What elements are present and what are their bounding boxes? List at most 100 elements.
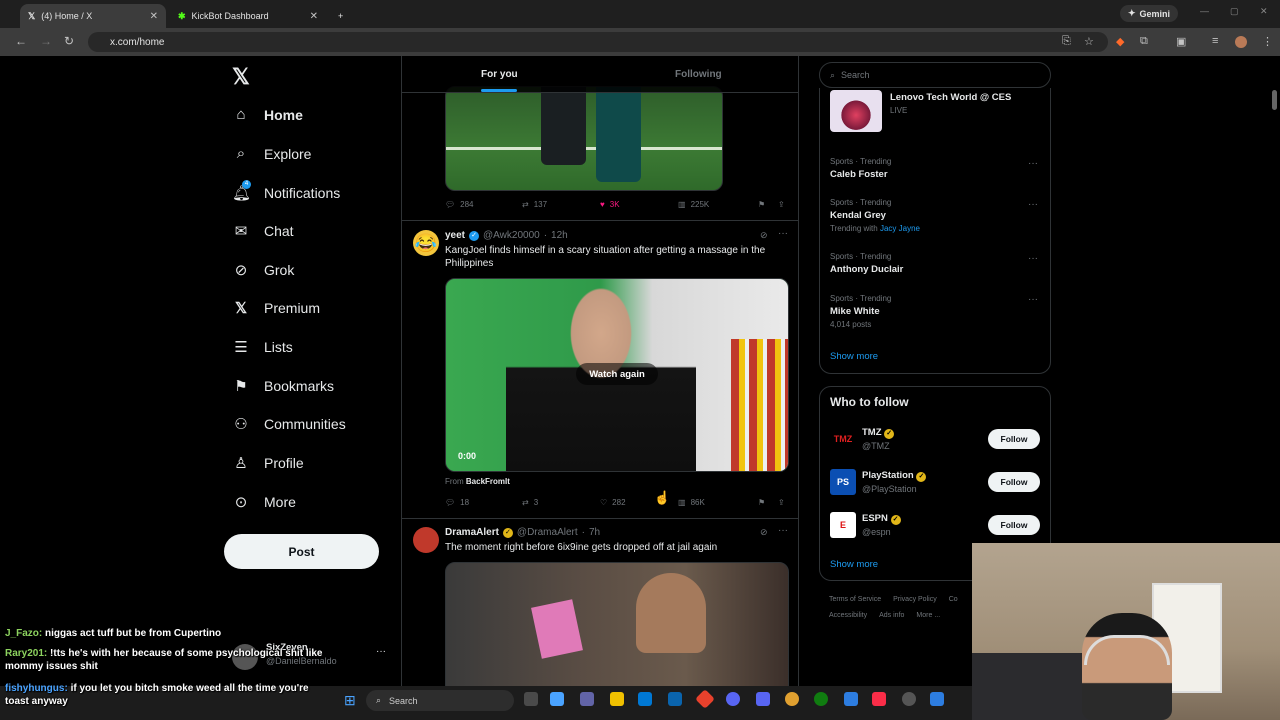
star-icon[interactable]: ☆ (1084, 35, 1094, 48)
trend-more-icon[interactable]: ··· (1028, 294, 1038, 305)
post-author-name[interactable]: DramaAlert (445, 527, 499, 538)
windows-start-icon[interactable]: ⊞ (344, 692, 356, 709)
chrome-icon[interactable] (785, 692, 799, 706)
from-account-link[interactable]: BackFromIt (466, 477, 510, 486)
share-action[interactable]: ⇪ (778, 200, 785, 209)
footer-link[interactable]: Ads info (879, 612, 904, 619)
grok-analyze-icon[interactable]: ⊘ (760, 230, 768, 241)
app-icon[interactable] (756, 692, 770, 706)
tab-x-home[interactable]: 𝕏 (4) Home / X ✕ (20, 4, 166, 28)
sidebar-item-home[interactable]: ⌂ Home (232, 106, 302, 123)
trend-sub-link[interactable]: Jacy Jayne (880, 224, 920, 233)
follow-button[interactable]: Follow (988, 472, 1040, 492)
share-action[interactable]: ⇪ (778, 498, 785, 507)
trend-item[interactable]: Sports · Trending Anthony Duclair (830, 252, 903, 275)
profile-avatar[interactable] (1235, 36, 1247, 48)
settings-icon[interactable] (902, 692, 916, 706)
bookmark-action[interactable]: ⚑ (758, 498, 765, 507)
post-more-icon[interactable]: ··· (778, 228, 788, 239)
music-icon[interactable] (872, 692, 886, 706)
sidebar-item-premium[interactable]: 𝕏 Premium (232, 299, 320, 317)
new-tab-button[interactable]: + (330, 4, 350, 28)
app-blue-icon[interactable] (844, 692, 858, 706)
follow-suggestion-espn[interactable]: E ESPN ✓ @espn (830, 512, 901, 538)
install-icon[interactable]: ⎘ (1062, 35, 1071, 48)
post-button[interactable]: Post (224, 534, 379, 569)
media-icon[interactable]: ≡ (1212, 35, 1218, 47)
close-window-icon[interactable]: ✕ (1260, 6, 1268, 17)
store-icon[interactable] (638, 692, 652, 706)
footer-link[interactable]: Accessibility (829, 612, 867, 619)
post-author-name[interactable]: yeet (445, 230, 465, 241)
footer-link[interactable]: More ... (916, 612, 940, 619)
copilot-icon[interactable] (550, 692, 564, 706)
extensions-icon[interactable]: ⧉ (1140, 35, 1148, 48)
sidebar-item-lists[interactable]: ☰ Lists (232, 338, 293, 356)
repost-action[interactable]: ⇄ 3 (522, 498, 538, 507)
teams-icon[interactable] (580, 692, 594, 706)
timeline[interactable]: 💬︎ 284 ⇄ 137 ♥ 3K ▥ 225K ⚑ ⇪ 😂 yeet ✓ @Awk20… (401, 56, 799, 686)
sidebar-item-grok[interactable]: ⊘ Grok (232, 261, 295, 279)
sidebar-item-more[interactable]: ⊙ More (232, 493, 296, 511)
like-action[interactable]: ♡ 282 (600, 498, 626, 507)
close-tab-icon[interactable]: ✕ (150, 11, 158, 22)
account-more-icon[interactable]: ··· (376, 646, 386, 657)
file-explorer-icon[interactable] (610, 692, 624, 706)
footer-link[interactable]: Privacy Policy (893, 596, 937, 603)
post-time[interactable]: 7h (589, 527, 600, 538)
outlook-icon[interactable] (668, 692, 682, 706)
post-time[interactable]: 12h (551, 230, 568, 241)
show-more-trends-link[interactable]: Show more (830, 351, 878, 362)
x-logo[interactable]: 𝕏 (232, 64, 250, 90)
sidebar-item-bookmarks[interactable]: ⚑ Bookmarks (232, 377, 334, 395)
post-video[interactable]: Watch again 0:00 (445, 278, 789, 472)
camera-app-icon[interactable] (930, 692, 944, 706)
extension-fox-icon[interactable]: ◆ (1116, 35, 1124, 48)
reply-action[interactable]: 💬︎ 284 (445, 200, 474, 209)
repost-action[interactable]: ⇄ 137 (522, 200, 547, 209)
taskbar-search[interactable]: ⌕ Search (366, 690, 514, 711)
post-avatar[interactable] (413, 527, 439, 553)
grok-analyze-icon[interactable]: ⊘ (760, 527, 768, 538)
watch-again-button[interactable]: Watch again (576, 363, 658, 385)
close-tab-icon[interactable]: ✕ (310, 11, 318, 22)
follow-suggestion-tmz[interactable]: TMZ TMZ ✓ @TMZ (830, 426, 895, 452)
live-event[interactable]: Lenovo Tech World @ CES LIVE (830, 90, 1040, 134)
forward-icon[interactable]: → (40, 34, 52, 48)
trend-item[interactable]: Sports · Trending Mike White 4,014 posts (830, 294, 891, 329)
follow-button[interactable]: Follow (988, 515, 1040, 535)
tab-kickbot[interactable]: ✱ KickBot Dashboard ✕ (170, 4, 326, 28)
menu-kebab-icon[interactable]: ⋮ (1262, 35, 1273, 48)
tab-for-you[interactable]: For you (481, 69, 518, 80)
views-action[interactable]: ▥ 225K (678, 200, 709, 209)
trend-item[interactable]: Sports · Trending Kendal Grey Trending wit… (830, 198, 920, 233)
sidebar-item-notifications[interactable]: 🔔︎ 4 Notifications (232, 180, 340, 202)
maximize-icon[interactable]: ▢ (1230, 6, 1239, 17)
like-action[interactable]: ♥ 3K (600, 200, 620, 209)
sidebar-item-communities[interactable]: ⚇ Communities (232, 415, 345, 433)
follow-suggestion-playstation[interactable]: PS PlayStation ✓ @PlayStation (830, 469, 927, 495)
post-avatar[interactable]: 😂 (413, 230, 439, 256)
search-input[interactable]: ⌕ Search (819, 62, 1051, 88)
post-author-handle[interactable]: @Awk20000 (483, 230, 540, 241)
trend-more-icon[interactable]: ··· (1028, 158, 1038, 169)
bookmark-action[interactable]: ⚑ (758, 200, 765, 209)
reload-icon[interactable]: ↻ (64, 34, 74, 48)
minimize-icon[interactable]: — (1200, 6, 1209, 16)
post-author-handle[interactable]: @DramaAlert (517, 527, 578, 538)
task-view-icon[interactable] (524, 692, 538, 706)
discord-icon[interactable] (726, 692, 740, 706)
sidepanel-icon[interactable]: ▣ (1176, 35, 1186, 48)
gemini-button[interactable]: ✦ Gemini (1120, 5, 1179, 22)
page-scrollbar[interactable] (1272, 90, 1277, 110)
post-image[interactable] (445, 86, 723, 191)
show-more-follow-link[interactable]: Show more (830, 559, 878, 570)
tab-following[interactable]: Following (675, 69, 722, 80)
footer-link[interactable]: Co (949, 596, 958, 603)
post-video[interactable] (445, 562, 789, 686)
follow-button[interactable]: Follow (988, 429, 1040, 449)
reply-action[interactable]: 💬︎ 18 (445, 498, 469, 507)
trend-item[interactable]: Sports · Trending Caleb Foster (830, 157, 891, 180)
address-bar[interactable]: x.com/home (88, 32, 1108, 52)
views-action[interactable]: ▥ 86K (678, 498, 705, 507)
